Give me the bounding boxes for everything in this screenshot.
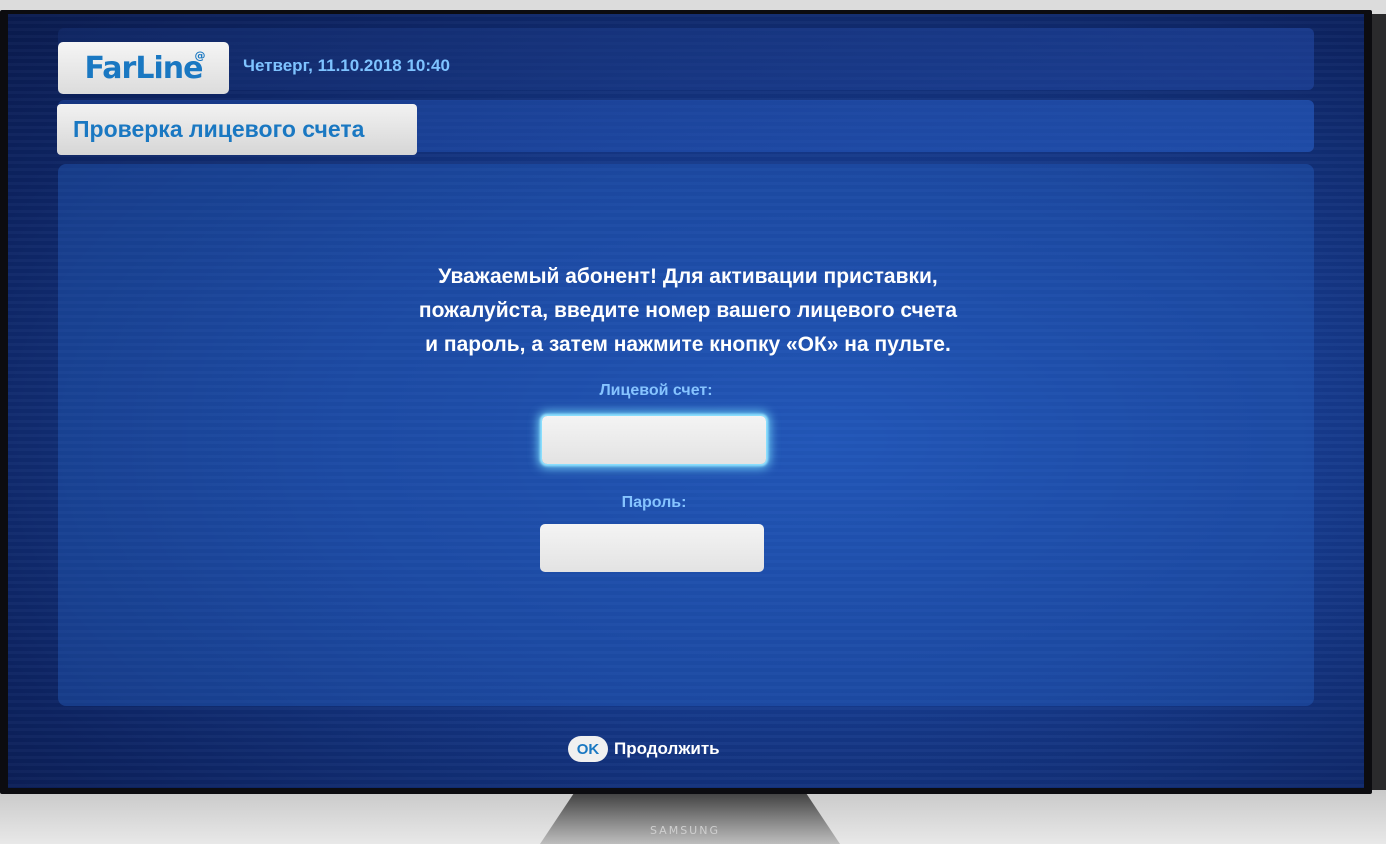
password-label: Пароль: [621, 494, 687, 511]
farline-logo: FarLine @ [58, 42, 229, 94]
tv-brand-label: SAMSUNG [650, 824, 720, 837]
message-line-1: Уважаемый абонент! Для активации пристав… [438, 265, 938, 288]
message-line-2: пожалуйста, введите номер вашего лицевог… [418, 299, 958, 322]
logo-at-mark: @ [194, 48, 206, 62]
continue-label: Продолжить [614, 739, 720, 758]
message-line-3: и пароль, а затем нажмите кнопку «ОК» на… [425, 333, 951, 356]
logo-wordmark: FarLine @ [84, 48, 206, 86]
account-label: Лицевой счет: [599, 382, 713, 399]
datetime: Четверг, 11.10.2018 10:40 [243, 56, 450, 75]
tv-screen: FarLine @ Четверг, 11.10.2018 10:40 Прове… [8, 14, 1364, 788]
page-title: Проверка лицевого счета [57, 104, 417, 155]
continue-hint[interactable]: OK Продолжить [568, 736, 720, 762]
account-input[interactable] [542, 416, 766, 464]
password-input[interactable] [540, 524, 764, 572]
activation-message: Уважаемый абонент! Для активации пристав… [308, 260, 1068, 362]
ok-button-icon[interactable]: OK [568, 736, 608, 762]
